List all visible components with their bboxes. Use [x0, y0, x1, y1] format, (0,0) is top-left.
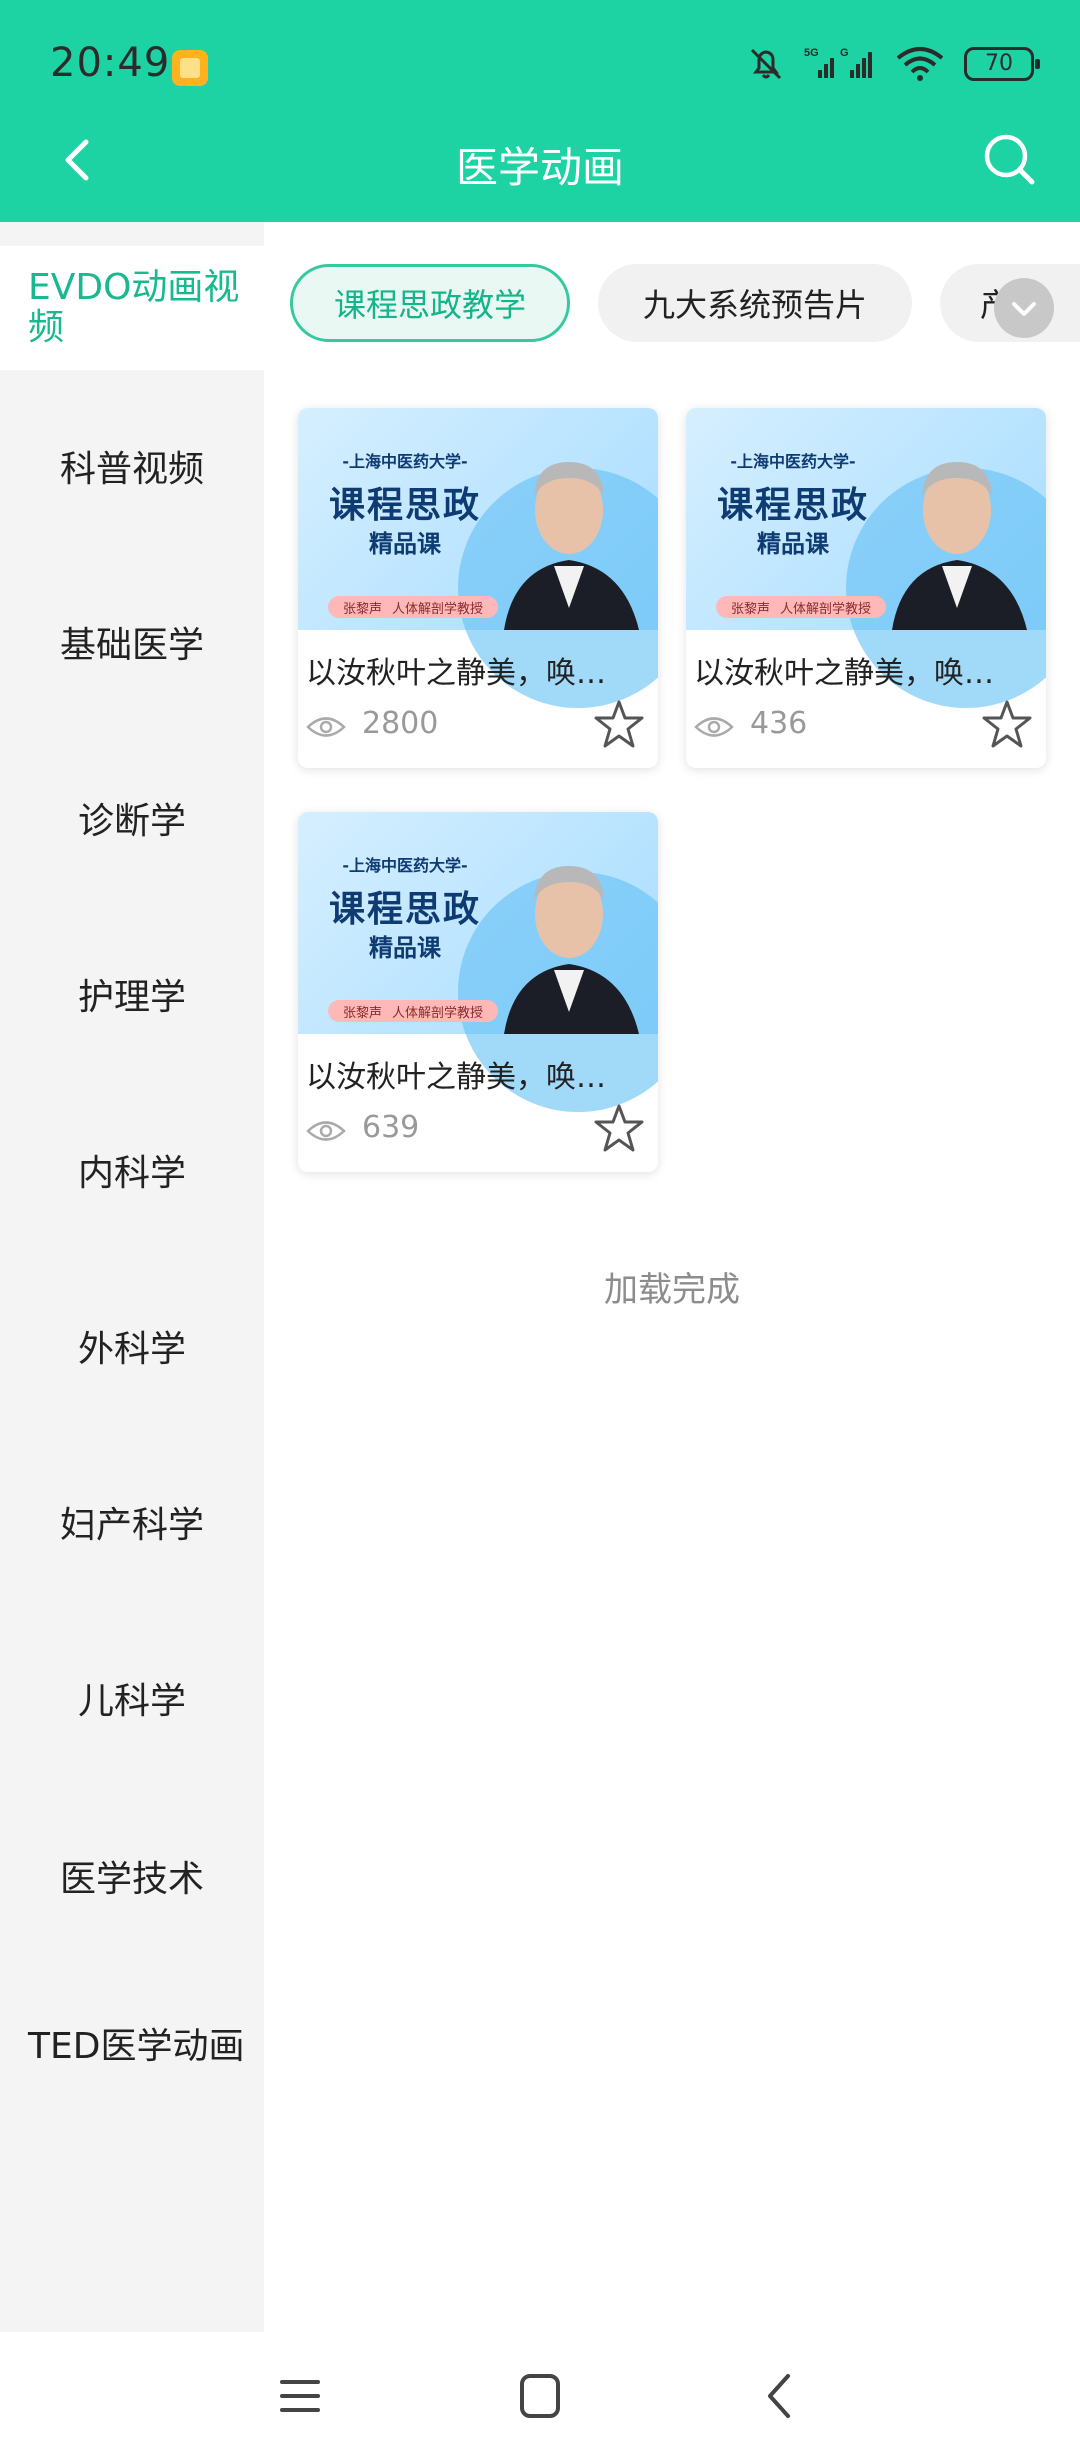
video-thumbnail: -上海中医药大学- 课程思政 精品课 张黎声 人体解剖学教授 [686, 408, 1046, 708]
eye-icon [306, 1121, 346, 1141]
lecturer-portrait [892, 462, 1027, 630]
video-card[interactable]: -上海中医药大学- 课程思政 精品课 张黎声 人体解剖学教授 以汝秋叶之静美，唤… [298, 408, 658, 768]
thumbnail-course-sub: 精品课 [757, 530, 829, 558]
video-title: 以汝秋叶之静美，唤… [306, 1060, 606, 1095]
sidebar-item-nursing[interactable]: 护理学 [0, 954, 264, 1034]
lecturer-name: 张黎声 [342, 1005, 382, 1021]
video-card[interactable]: -上海中医药大学- 课程思政 精品课 张黎声 人体解剖学教授 以汝秋叶之静美，唤… [298, 812, 658, 1172]
sidebar-item-ted-animation[interactable]: TED医学动画 [0, 1992, 264, 2102]
status-icons: 5G G 70 [746, 44, 1040, 84]
sidebar-item-diagnostics[interactable]: 诊断学 [0, 778, 264, 858]
menu-icon [280, 2380, 320, 2412]
system-nav-bar [0, 2332, 1080, 2460]
video-meta: 436 [694, 700, 1038, 756]
view-count: 2800 [362, 706, 439, 741]
thumbnail-brand: -上海中医药大学- [342, 452, 468, 471]
home-button[interactable] [510, 2370, 570, 2422]
content-area: 课程思政教学 九大系统预告片 产 -上海中医药大学- 课程思政 精品课 张黎声 … [264, 222, 1080, 2332]
video-meta: 639 [306, 1104, 650, 1160]
thumbnail-brand: -上海中医药大学- [730, 452, 856, 471]
star-icon[interactable] [980, 698, 1034, 752]
load-complete-text: 加载完成 [604, 1270, 740, 1310]
signal-icon: 5G G [804, 44, 876, 84]
sidebar-item-popular-science[interactable]: 科普视频 [0, 426, 264, 506]
chevron-left-icon [768, 2374, 790, 2418]
notification-app-icon [172, 50, 208, 86]
subcategory-chips: 课程思政教学 九大系统预告片 产 [290, 264, 1080, 346]
sidebar-item-surgery[interactable]: 外科学 [0, 1306, 264, 1386]
search-icon [984, 134, 1035, 185]
top-bar: 20:49 5G G 70 医学动画 [0, 0, 1080, 222]
video-card[interactable]: -上海中医药大学- 课程思政 精品课 张黎声 人体解剖学教授 以汝秋叶之静美，唤… [686, 408, 1046, 768]
lecturer-portrait [504, 866, 639, 1034]
lecturer-role: 人体解剖学教授 [392, 601, 484, 617]
thumbnail-name-tag: 张黎声 人体解剖学教授 [328, 596, 498, 618]
nav-back-button[interactable] [750, 2370, 810, 2422]
view-count: 639 [362, 1110, 420, 1145]
sidebar-item-internal-medicine[interactable]: 内科学 [0, 1130, 264, 1210]
thumbnail-name-tag: 张黎声 人体解剖学教授 [716, 596, 886, 618]
category-sidebar: EVDO动画视频 科普视频 基础医学 诊断学 护理学 内科学 外科学 妇产科学 … [0, 222, 264, 2332]
bell-muted-icon [746, 44, 786, 84]
status-time: 20:49 [50, 40, 171, 86]
expand-chips-button[interactable] [994, 278, 1054, 338]
star-icon[interactable] [592, 698, 646, 752]
lecturer-name: 张黎声 [730, 601, 770, 617]
eye-icon [306, 717, 346, 737]
search-button[interactable] [980, 130, 1040, 190]
sidebar-item-evdo-animation[interactable]: EVDO动画视频 [0, 246, 264, 370]
thumbnail-course-title: 课程思政 [328, 889, 481, 930]
eye-icon [694, 717, 734, 737]
square-home-icon [520, 2374, 560, 2418]
battery-indicator: 70 [964, 47, 1040, 81]
video-title: 以汝秋叶之静美，唤… [306, 656, 606, 691]
page-title: 医学动画 [455, 143, 624, 192]
thumbnail-course-sub: 精品课 [369, 934, 441, 962]
video-meta: 2800 [306, 700, 650, 756]
star-icon[interactable] [592, 1102, 646, 1156]
svg-text:5G: 5G [804, 47, 819, 59]
thumbnail-name-tag: 张黎声 人体解剖学教授 [328, 1000, 498, 1022]
sidebar-item-medical-technology[interactable]: 医学技术 [0, 1836, 264, 1916]
video-thumbnail: -上海中医药大学- 课程思政 精品课 张黎声 人体解剖学教授 [298, 408, 658, 708]
thumbnail-course-sub: 精品课 [369, 530, 441, 558]
menu-button[interactable] [270, 2370, 330, 2422]
sidebar-item-obstetrics[interactable]: 妇产科学 [0, 1482, 264, 1562]
lecturer-role: 人体解剖学教授 [392, 1005, 484, 1021]
thumbnail-course-title: 课程思政 [716, 485, 869, 526]
app-bar: 医学动画 [0, 130, 1080, 222]
thumbnail-course-title: 课程思政 [328, 485, 481, 526]
thumbnail-brand: -上海中医药大学- [342, 856, 468, 875]
lecturer-role: 人体解剖学教授 [780, 601, 872, 617]
video-thumbnail: -上海中医药大学- 课程思政 精品课 张黎声 人体解剖学教授 [298, 812, 658, 1112]
lecturer-portrait [504, 462, 639, 630]
chevron-down-icon [1012, 302, 1036, 316]
chip-nine-systems-trailer[interactable]: 九大系统预告片 [598, 264, 912, 342]
view-count: 436 [750, 706, 808, 741]
sidebar-item-pediatrics[interactable]: 儿科学 [0, 1658, 264, 1738]
status-bar: 20:49 5G G 70 [0, 0, 1080, 136]
svg-text:G: G [840, 47, 849, 59]
video-title: 以汝秋叶之静美，唤… [694, 656, 994, 691]
wifi-icon [894, 44, 946, 84]
sidebar-item-basic-medicine[interactable]: 基础医学 [0, 602, 264, 682]
chip-course-ideology[interactable]: 课程思政教学 [290, 264, 570, 342]
lecturer-name: 张黎声 [342, 601, 382, 617]
